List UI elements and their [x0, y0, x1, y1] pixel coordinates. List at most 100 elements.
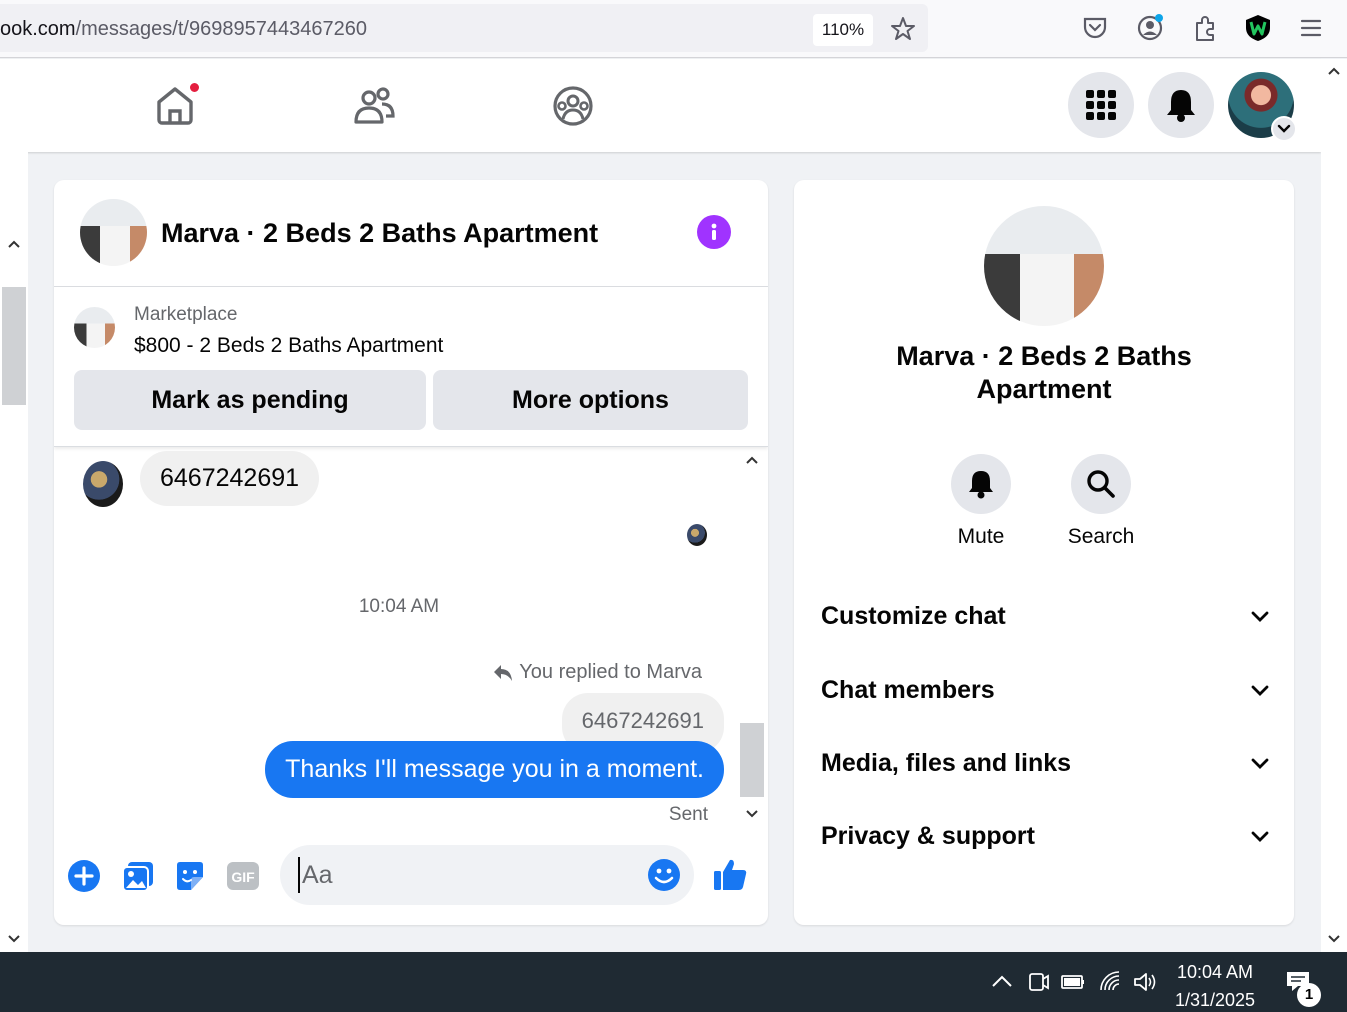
sticker-button[interactable] — [172, 858, 208, 894]
gif-icon: GIF — [227, 862, 259, 890]
show-hidden-icons-icon[interactable] — [988, 968, 1016, 996]
emoji-button[interactable] — [646, 857, 682, 893]
incoming-message[interactable]: 6467242691 — [140, 451, 320, 506]
mute-button[interactable] — [951, 454, 1011, 514]
emoji-icon — [648, 859, 680, 891]
home-notification-dot — [188, 81, 201, 94]
gif-text: GIF — [231, 869, 255, 885]
privacy-support-row[interactable]: Privacy & support — [821, 816, 1271, 856]
search-icon — [1087, 470, 1115, 498]
menu-icon[interactable] — [1296, 13, 1326, 43]
zoom-badge[interactable]: 110% — [813, 14, 873, 46]
message-list[interactable]: 6467242691 10:04 AM You replied to Marva… — [54, 448, 768, 828]
listing-thumbnail[interactable] — [74, 307, 115, 348]
wifi-icon[interactable] — [1097, 968, 1125, 996]
read-receipt-avatar — [687, 524, 707, 546]
chat-panel: Marva · 2 Beds 2 Baths Apartment Marketp… — [54, 180, 768, 925]
pocket-icon[interactable] — [1080, 13, 1110, 43]
chevron-down-icon — [1277, 124, 1291, 133]
page-scrollbar[interactable] — [1321, 59, 1347, 952]
message-scrollbar[interactable] — [738, 448, 766, 826]
bell-icon — [969, 471, 993, 499]
clock-date: 1/31/2025 — [1174, 990, 1256, 1010]
extension-w-icon[interactable] — [1243, 13, 1273, 43]
clock-time: 10:04 AM — [1176, 962, 1254, 982]
battery-icon[interactable] — [1059, 968, 1087, 996]
scroll-down-icon[interactable] — [744, 806, 760, 822]
search-action[interactable]: Search — [1061, 454, 1141, 549]
message-timestamp: 10:04 AM — [358, 596, 440, 617]
account-menu-chevron[interactable] — [1271, 116, 1297, 142]
notifications-bell-icon — [1167, 90, 1195, 122]
chevron-down-icon — [1251, 611, 1269, 622]
url-text[interactable]: ook.com/messages/t/9698957443467260 — [0, 18, 367, 41]
scroll-up-icon[interactable] — [1326, 63, 1342, 79]
message-input-wrapper — [280, 845, 694, 905]
chat-members-label: Chat members — [821, 675, 995, 704]
photo-icon — [122, 862, 153, 892]
notification-count-badge: 1 — [1297, 983, 1321, 1007]
attach-photo-button[interactable] — [120, 858, 156, 894]
media-files-links-label: Media, files and links — [821, 748, 1072, 777]
media-files-links-row[interactable]: Media, files and links — [821, 743, 1271, 783]
privacy-support-label: Privacy & support — [821, 821, 1035, 850]
outgoing-message[interactable]: Thanks I'll message you in a moment. — [265, 741, 724, 798]
scroll-down-icon[interactable] — [6, 931, 22, 947]
windows-taskbar: 10:04 AM 1/31/2025 1 — [0, 952, 1347, 1012]
search-button[interactable] — [1071, 454, 1131, 514]
reply-icon — [494, 664, 513, 681]
menu-grid-button[interactable] — [1068, 72, 1134, 138]
listing-title[interactable]: $800 - 2 Beds 2 Baths Apartment — [134, 334, 443, 358]
message-scroll-thumb[interactable] — [740, 723, 764, 797]
like-button[interactable] — [712, 856, 748, 892]
groups-icon[interactable] — [551, 84, 595, 128]
left-scrollbar[interactable] — [0, 152, 28, 952]
meet-now-icon[interactable] — [1024, 968, 1052, 996]
more-actions-button[interactable] — [66, 858, 102, 894]
scroll-down-icon[interactable] — [1326, 931, 1342, 947]
mute-label: Mute — [957, 525, 1005, 548]
url-host: ook.com — [0, 18, 76, 40]
customize-chat-label: Customize chat — [821, 601, 1006, 630]
apps-grid-icon — [1086, 90, 1116, 120]
chat-members-row[interactable]: Chat members — [821, 670, 1271, 710]
message-input[interactable] — [298, 857, 628, 893]
url-path: /messages/t/9698957443467260 — [75, 18, 367, 40]
message-composer: GIF — [54, 840, 768, 912]
chat-info-button[interactable] — [697, 215, 731, 249]
volume-icon[interactable] — [1131, 968, 1159, 996]
mark-as-pending-button[interactable]: Mark as pending — [74, 370, 426, 430]
mute-action[interactable]: Mute — [941, 454, 1021, 549]
scroll-up-icon[interactable] — [6, 236, 22, 252]
chat-title[interactable]: Marva · 2 Beds 2 Baths Apartment — [161, 218, 598, 249]
account-icon[interactable] — [1135, 13, 1165, 43]
search-label: Search — [1067, 525, 1135, 548]
more-options-button[interactable]: More options — [433, 370, 748, 430]
friends-icon[interactable] — [352, 84, 396, 128]
sticker-icon — [177, 862, 203, 890]
url-bar[interactable]: ook.com/messages/t/9698957443467260 110% — [0, 4, 928, 52]
sender-avatar[interactable] — [83, 461, 123, 507]
chevron-down-icon — [1251, 685, 1269, 696]
marketplace-section: Marketplace $800 - 2 Beds 2 Baths Apartm… — [54, 287, 768, 447]
marketplace-label: Marketplace — [134, 304, 238, 325]
notifications-button[interactable] — [1148, 72, 1214, 138]
browser-toolbar: ook.com/messages/t/9698957443467260 110% — [0, 0, 1347, 58]
info-title: Marva · 2 Beds 2 Baths Apartment — [896, 341, 1192, 404]
customize-chat-row[interactable]: Customize chat — [821, 596, 1271, 636]
reply-indicator: You replied to Marva — [493, 661, 702, 684]
thumbs-up-icon — [714, 859, 747, 890]
chat-avatar[interactable] — [80, 199, 147, 266]
chat-header: Marva · 2 Beds 2 Baths Apartment — [54, 180, 768, 287]
bookmark-star-icon[interactable] — [888, 14, 918, 44]
taskbar-clock[interactable]: 10:04 AM 1/31/2025 — [1170, 958, 1260, 1012]
scroll-up-icon[interactable] — [744, 452, 760, 468]
chevron-down-icon — [1251, 758, 1269, 769]
gif-button[interactable]: GIF — [225, 858, 261, 894]
left-scroll-thumb[interactable] — [2, 287, 26, 405]
message-status: Sent — [668, 804, 708, 825]
extensions-icon[interactable] — [1190, 13, 1220, 43]
info-icon — [711, 223, 717, 240]
chat-info-panel: Marva · 2 Beds 2 Baths Apartment Mute Se… — [794, 180, 1294, 925]
info-avatar[interactable] — [984, 206, 1104, 326]
